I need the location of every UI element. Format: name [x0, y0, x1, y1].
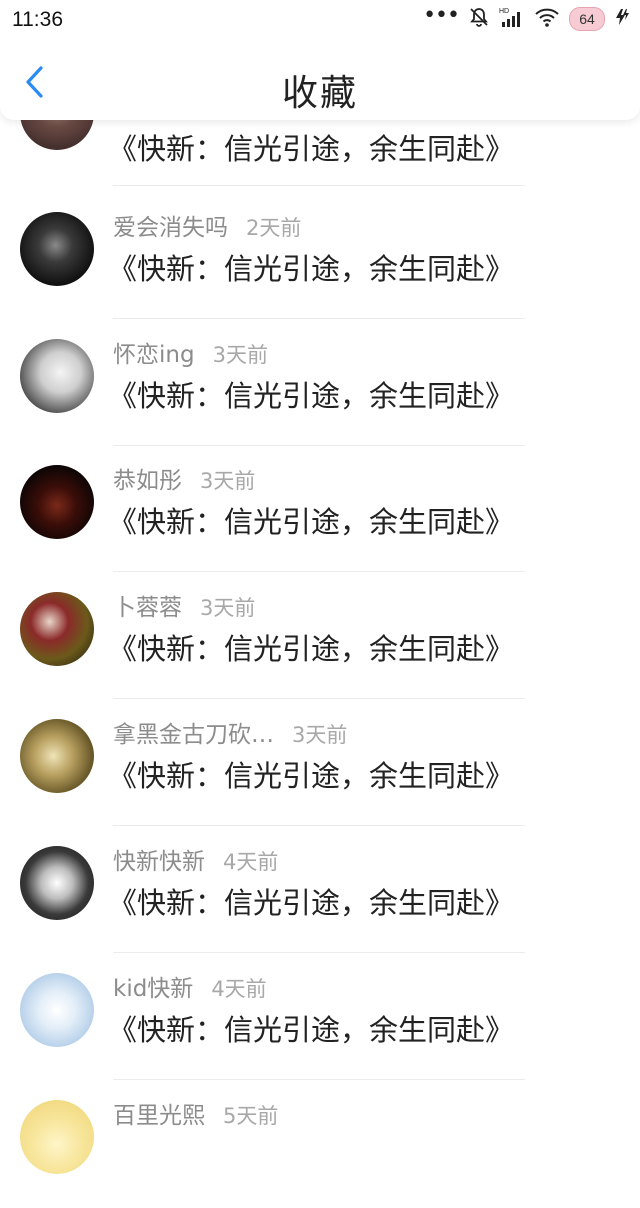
user-name[interactable]: 快新快新: [113, 842, 205, 876]
wifi-icon: [534, 6, 560, 32]
list-item[interactable]: kid快新 4天前 《快新：信光引途，余生同赴》: [0, 955, 640, 1081]
divider: [113, 1079, 525, 1080]
bell-muted-icon: [468, 6, 490, 32]
list-item[interactable]: 快新快新 4天前 《快新：信光引途，余生同赴》: [0, 828, 640, 954]
favorite-title: 《快新：信光引途，余生同赴》: [108, 886, 515, 920]
svg-text:HD: HD: [499, 8, 509, 15]
battery-badge: 64: [569, 7, 605, 31]
list-item[interactable]: 恭如彤 3天前 《快新：信光引途，余生同赴》: [0, 447, 640, 573]
user-name[interactable]: kid快新: [113, 969, 193, 1003]
post-time: 3天前: [200, 469, 256, 493]
favorite-title: 《快新：信光引途，余生同赴》: [108, 132, 515, 166]
user-name[interactable]: 恭如彤: [113, 461, 182, 495]
avatar: [20, 1100, 94, 1174]
favorite-title: 《快新：信光引途，余生同赴》: [108, 252, 515, 286]
avatar: [20, 339, 94, 413]
divider: [113, 571, 525, 572]
divider: [113, 825, 525, 826]
avatar: [20, 846, 94, 920]
avatar: [20, 592, 94, 666]
divider: [113, 952, 525, 953]
name-row: 拿黑金古刀砍… 3天前: [113, 715, 347, 749]
more-dots-icon: •••: [423, 3, 460, 28]
user-name[interactable]: 怀恋ing: [113, 335, 195, 369]
name-row: 百里光熙 5天前: [113, 1096, 278, 1130]
post-time: 4天前: [211, 977, 267, 1001]
list-item[interactable]: 卜蓉蓉 3天前 《快新：信光引途，余生同赴》: [0, 574, 640, 700]
status-time: 11:36: [12, 8, 63, 31]
user-name[interactable]: 百里光熙: [113, 1096, 205, 1130]
status-bar: 11:36 ••• HD 64: [0, 0, 640, 40]
name-row: 快新快新 4天前: [113, 842, 278, 876]
charging-icon: [614, 6, 630, 32]
favorite-title: 《快新：信光引途，余生同赴》: [108, 1013, 515, 1047]
favorite-title: 《快新：信光引途，余生同赴》: [108, 759, 515, 793]
favorite-title: 《快新：信光引途，余生同赴》: [108, 505, 515, 539]
list-item[interactable]: 拿黑金古刀砍… 3天前 《快新：信光引途，余生同赴》: [0, 701, 640, 827]
list-item[interactable]: 百里光熙 5天前: [0, 1082, 640, 1208]
name-row: 爱会消失吗 2天前: [113, 208, 301, 242]
avatar: [20, 973, 94, 1047]
list-item[interactable]: 爱会消失吗 2天前 《快新：信光引途，余生同赴》: [0, 194, 640, 320]
divider: [113, 185, 525, 186]
post-time: 5天前: [223, 1104, 279, 1128]
status-icons: ••• HD 64: [423, 3, 630, 32]
post-time: 2天前: [246, 216, 302, 240]
list-item[interactable]: 怀恋ing 3天前 《快新：信光引途，余生同赴》: [0, 321, 640, 447]
avatar: [20, 465, 94, 539]
user-name[interactable]: 爱会消失吗: [113, 208, 228, 242]
name-row: 卜蓉蓉 3天前: [113, 588, 255, 622]
avatar: [20, 719, 94, 793]
post-time: 3天前: [200, 596, 256, 620]
user-name[interactable]: 卜蓉蓉: [113, 588, 182, 622]
favorite-title: 《快新：信光引途，余生同赴》: [108, 632, 515, 666]
divider: [113, 445, 525, 446]
name-row: 恭如彤 3天前: [113, 461, 255, 495]
divider: [113, 318, 525, 319]
name-row: 怀恋ing 3天前: [113, 335, 268, 369]
post-time: 3天前: [292, 723, 348, 747]
name-row: kid快新 4天前: [113, 969, 267, 1003]
post-time: 4天前: [223, 850, 279, 874]
page-title: 收藏: [281, 73, 358, 114]
user-name[interactable]: 拿黑金古刀砍…: [113, 715, 274, 749]
post-time: 3天前: [212, 343, 268, 367]
favorite-title: 《快新：信光引途，余生同赴》: [108, 379, 515, 413]
app-header: 收藏: [0, 40, 640, 120]
signal-icon: HD: [499, 6, 525, 32]
avatar: [20, 212, 94, 286]
divider: [113, 698, 525, 699]
